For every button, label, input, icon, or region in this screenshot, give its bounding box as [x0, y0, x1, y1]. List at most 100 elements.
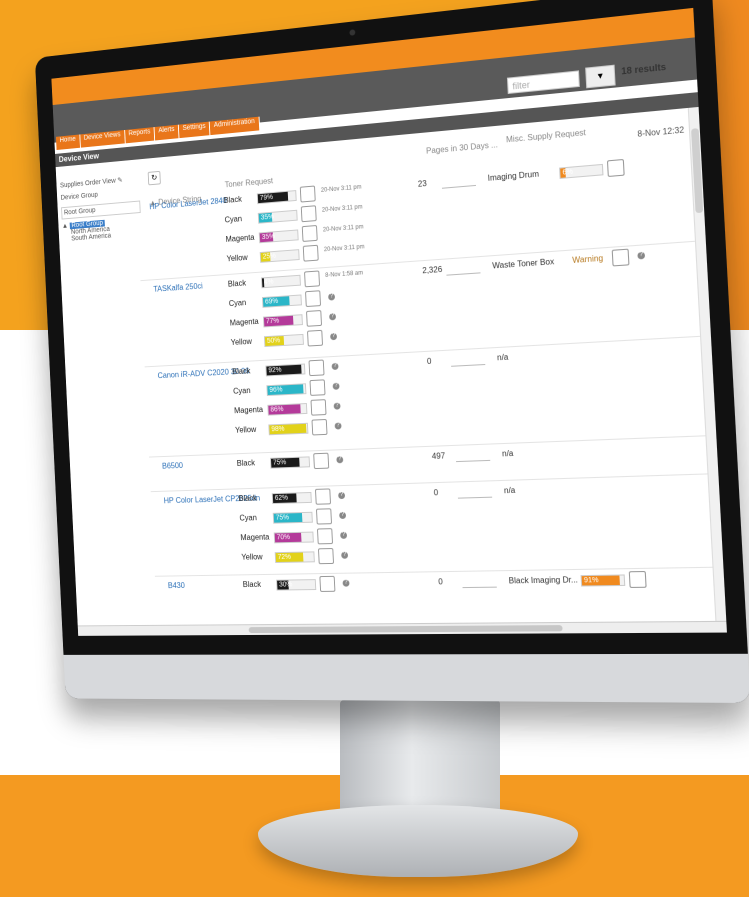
col-misc-supply[interactable]: Misc. Supply Request — [506, 128, 586, 145]
toner-request-checkbox[interactable] — [314, 488, 332, 505]
toner-request-checkbox[interactable] — [313, 452, 330, 470]
horizontal-scroll-thumb[interactable] — [248, 625, 563, 634]
toner-request-checkbox[interactable] — [311, 418, 328, 436]
refresh-button[interactable]: ↻ — [147, 170, 161, 186]
supply-level-fill: 6% — [560, 168, 573, 178]
supply-level-bar: 6% — [559, 163, 604, 179]
pages-count: 23 — [417, 178, 427, 189]
request-timestamp: 20-Nov 3:11 pm — [323, 244, 365, 254]
info-icon[interactable]: ? — [333, 402, 341, 410]
toner-label: Black — [238, 493, 257, 504]
row-divider — [144, 335, 707, 368]
info-icon[interactable]: ? — [340, 531, 348, 539]
supply-request-checkbox[interactable] — [611, 248, 630, 267]
pages-sparkline — [457, 486, 493, 499]
request-timestamp: 20-Nov 3:11 pm — [320, 184, 362, 194]
nav-reports[interactable]: Reports — [124, 127, 156, 144]
toner-level-bar: 35% — [258, 229, 299, 244]
supply-level-bar: 91% — [580, 574, 626, 587]
toner-request-checkbox[interactable] — [307, 329, 324, 347]
supplies-order-view[interactable]: Supplies Order View ✎ — [60, 175, 139, 189]
toner-label: Cyan — [239, 513, 258, 523]
pages-sparkline — [445, 262, 481, 276]
pages-count: 0 — [433, 488, 439, 498]
vertical-scroll-thumb[interactable] — [691, 128, 704, 214]
toner-label: Magenta — [233, 405, 264, 416]
toner-level-fill: 35% — [258, 212, 275, 223]
toner-label: Black — [232, 366, 251, 377]
info-icon[interactable]: ? — [328, 293, 336, 301]
pages-sparkline — [441, 174, 476, 189]
toner-level-fill: 62% — [272, 493, 297, 504]
misc-supply-name: n/a — [503, 485, 516, 496]
toner-level-fill: 75% — [273, 513, 303, 523]
toner-level-fill: 69% — [262, 296, 290, 307]
info-icon[interactable]: ? — [331, 362, 339, 371]
device-group-select[interactable]: Root Group — [61, 200, 141, 220]
pin-icon[interactable]: ✎ — [117, 177, 123, 184]
toner-label: Black — [227, 278, 247, 289]
toner-label: Magenta — [240, 532, 270, 543]
col-toner-request[interactable]: Toner Request — [225, 176, 274, 189]
toner-request-checkbox[interactable] — [299, 185, 316, 203]
toner-level-fill: 4% — [261, 278, 274, 288]
misc-supply-name: Waste Toner Box — [492, 256, 555, 271]
toner-request-checkbox[interactable] — [319, 575, 336, 592]
toner-request-checkbox[interactable] — [301, 224, 318, 242]
toner-level-bar: 35% — [257, 209, 298, 224]
supply-request-checkbox[interactable] — [606, 158, 625, 178]
sidebar: Supplies Order View ✎ Device Group Root … — [60, 175, 142, 243]
toner-level-bar: 70% — [273, 531, 314, 544]
toner-level-fill: 72% — [275, 552, 304, 562]
last-request-stamp: 8-Nov 12:32 — [637, 125, 685, 139]
toner-request-checkbox[interactable] — [306, 310, 323, 327]
request-timestamp: 20-Nov 3:11 pm — [321, 204, 363, 214]
toner-request-checkbox[interactable] — [310, 399, 327, 416]
horizontal-scrollbar[interactable] — [77, 620, 727, 636]
nav-alerts[interactable]: Alerts — [154, 124, 180, 141]
col-pages[interactable]: Pages in 30 Days ... — [426, 140, 498, 156]
request-timestamp: 8-Nov 1:58 am — [325, 270, 364, 279]
toner-label: Magenta — [225, 232, 255, 244]
info-icon[interactable]: ? — [336, 456, 344, 464]
toner-request-checkbox[interactable] — [315, 508, 333, 525]
filter-icon[interactable]: ▼ — [585, 64, 616, 89]
toner-level-bar: 96% — [266, 383, 307, 397]
toner-request-checkbox[interactable] — [302, 244, 319, 262]
toner-label: Yellow — [234, 425, 257, 435]
nav-home[interactable]: Home — [55, 134, 81, 151]
toner-request-checkbox[interactable] — [305, 290, 322, 308]
toner-request-checkbox[interactable] — [304, 270, 321, 288]
info-icon[interactable]: ? — [334, 422, 342, 430]
info-icon[interactable]: ? — [341, 551, 349, 559]
info-icon[interactable]: ? — [330, 332, 338, 341]
toner-request-checkbox[interactable] — [316, 528, 334, 545]
vertical-scrollbar[interactable] — [687, 106, 727, 622]
device-name-link[interactable]: TASKalfa 250ci — [153, 282, 203, 294]
info-icon[interactable]: ? — [339, 511, 347, 520]
toner-label: Cyan — [228, 298, 247, 309]
info-icon[interactable]: ? — [338, 491, 346, 500]
info-icon[interactable]: ? — [332, 382, 340, 390]
monitor-stand-neck — [340, 700, 500, 820]
toner-request-checkbox[interactable] — [317, 548, 335, 565]
toner-request-checkbox[interactable] — [308, 359, 325, 377]
info-icon[interactable]: ? — [342, 579, 350, 587]
nav-settings[interactable]: Settings — [178, 121, 211, 139]
device-name-link[interactable]: B430 — [168, 581, 185, 590]
toner-label: Yellow — [241, 552, 263, 562]
device-name-link[interactable]: B6500 — [162, 461, 183, 470]
info-icon[interactable]: ? — [637, 251, 646, 260]
toner-level-bar: 92% — [265, 363, 306, 377]
toner-level-bar: 25% — [259, 249, 300, 263]
misc-supply-name: n/a — [496, 352, 509, 363]
row-divider — [150, 473, 715, 493]
toner-level-fill: 30% — [277, 580, 293, 590]
pages-count: 0 — [438, 577, 443, 587]
toner-request-checkbox[interactable] — [309, 379, 326, 396]
supply-request-checkbox[interactable] — [628, 570, 647, 588]
toner-request-checkbox[interactable] — [300, 205, 317, 223]
toner-label: Black — [223, 194, 242, 206]
pages-count: 0 — [426, 356, 432, 367]
info-icon[interactable]: ? — [329, 313, 337, 321]
